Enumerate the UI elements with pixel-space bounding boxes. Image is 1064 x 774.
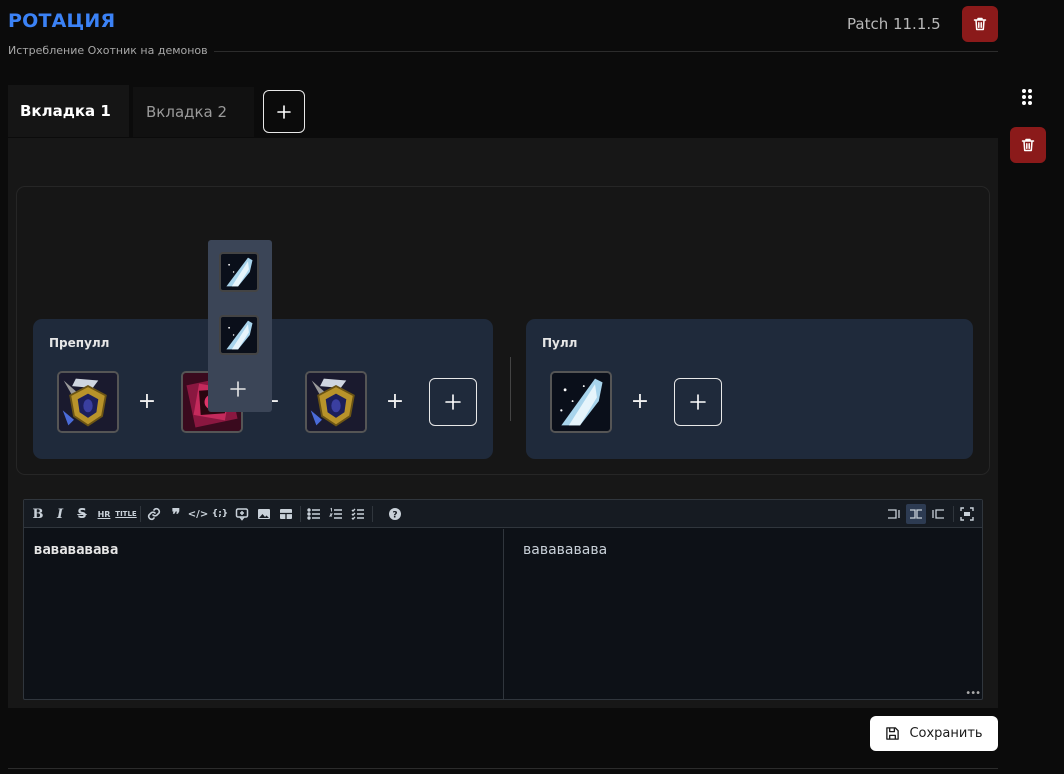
group-divider bbox=[510, 357, 511, 421]
ice-spike-spell-icon[interactable] bbox=[550, 371, 612, 433]
drag-handle-icon[interactable] bbox=[1019, 88, 1035, 106]
editor-source-pane[interactable]: вававававa bbox=[24, 529, 504, 699]
table-button[interactable] bbox=[278, 506, 294, 522]
toolbar-divider bbox=[953, 506, 954, 522]
link-button[interactable] bbox=[146, 506, 162, 522]
strikethrough-button[interactable]: S bbox=[74, 506, 90, 522]
add-spell-button[interactable] bbox=[429, 378, 477, 426]
table-icon bbox=[280, 509, 292, 519]
editor-toolbar: B I S HR TITLE ❞ </> {;} ? bbox=[24, 500, 982, 528]
plus-sign: + bbox=[137, 389, 157, 414]
patch-label: Patch 11.1.5 bbox=[847, 15, 941, 33]
help-icon: ? bbox=[389, 508, 401, 521]
ordered-list-icon bbox=[329, 507, 342, 519]
pull-group: Пулл + bbox=[526, 319, 973, 459]
tab-panel: Препулл + + Пулл + B I S HR TITLE ❞ </> … bbox=[8, 138, 998, 708]
comment-icon bbox=[235, 508, 249, 521]
trash-icon bbox=[973, 17, 987, 31]
bold-button[interactable]: B bbox=[30, 506, 46, 522]
prepull-label: Препулл bbox=[49, 336, 110, 350]
floppy-disk-icon bbox=[886, 727, 900, 740]
rotation-page: РОТАЦИЯ Истребление Охотник на демонов P… bbox=[0, 0, 1064, 774]
editor-preview-text: вававававa bbox=[523, 542, 608, 558]
rotation-box: Препулл + + Пулл + bbox=[16, 186, 990, 475]
edit-only-view-button[interactable] bbox=[886, 506, 902, 522]
layout-split-icon bbox=[910, 509, 922, 519]
plus-sign: + bbox=[385, 389, 405, 414]
image-icon bbox=[258, 509, 270, 519]
plus-icon bbox=[445, 394, 461, 410]
title-button[interactable]: TITLE bbox=[115, 506, 136, 522]
image-button[interactable] bbox=[256, 506, 272, 522]
tab-1[interactable]: Вкладка 1 bbox=[8, 85, 129, 137]
toolbar-divider bbox=[140, 506, 141, 522]
italic-button[interactable]: I bbox=[52, 506, 68, 522]
spell-choice-dropdown bbox=[208, 240, 272, 412]
bottom-divider bbox=[8, 768, 998, 769]
preview-only-view-button[interactable] bbox=[930, 506, 946, 522]
plus-sign: + bbox=[630, 389, 650, 414]
list-icon bbox=[307, 508, 320, 520]
add-choice-button[interactable] bbox=[230, 381, 246, 401]
horizontal-rule-button[interactable]: HR bbox=[96, 506, 112, 522]
ordered-list-button[interactable] bbox=[328, 506, 344, 522]
tab-2[interactable]: Вкладка 2 bbox=[133, 87, 254, 137]
pull-label: Пулл bbox=[542, 336, 578, 350]
task-list-button[interactable] bbox=[350, 506, 366, 522]
page-subtitle: Истребление Охотник на демонов bbox=[8, 44, 208, 57]
help-button[interactable]: ? bbox=[387, 506, 403, 522]
add-spell-button[interactable] bbox=[674, 378, 722, 426]
svg-text:?: ? bbox=[392, 511, 397, 521]
unordered-list-button[interactable] bbox=[306, 506, 322, 522]
link-icon bbox=[147, 507, 161, 521]
split-view-button[interactable] bbox=[906, 504, 926, 524]
editor-preview-pane: вававававa bbox=[505, 529, 982, 699]
plus-icon bbox=[690, 394, 706, 410]
page-title: РОТАЦИЯ bbox=[8, 10, 116, 32]
editor-source-text: вававававa bbox=[34, 542, 119, 558]
layout-right-icon bbox=[932, 509, 944, 519]
quote-button[interactable]: ❞ bbox=[168, 505, 184, 524]
code-button[interactable]: </> bbox=[188, 506, 208, 522]
fullscreen-button[interactable] bbox=[959, 506, 975, 522]
save-button[interactable]: Сохранить bbox=[870, 716, 998, 751]
plus-icon bbox=[277, 104, 291, 119]
save-button-label: Сохранить bbox=[909, 726, 983, 741]
golden-shield-spell-icon[interactable] bbox=[305, 371, 367, 433]
resize-handle-icon[interactable]: ••• bbox=[965, 688, 981, 699]
markdown-editor: B I S HR TITLE ❞ </> {;} ? вававававa ва… bbox=[23, 499, 983, 700]
comment-button[interactable] bbox=[234, 506, 250, 522]
code-block-button[interactable]: {;} bbox=[212, 506, 228, 522]
trash-icon bbox=[1021, 138, 1035, 152]
toolbar-divider bbox=[300, 506, 301, 522]
ice-spike-spell-icon[interactable] bbox=[219, 315, 259, 355]
add-tab-button[interactable] bbox=[263, 90, 305, 133]
header-divider bbox=[214, 51, 998, 52]
delete-rotation-button[interactable] bbox=[962, 6, 998, 42]
task-list-icon bbox=[351, 508, 364, 520]
plus-icon bbox=[230, 381, 246, 397]
delete-block-button[interactable] bbox=[1010, 127, 1046, 163]
layout-left-icon bbox=[888, 509, 900, 519]
toolbar-divider bbox=[372, 506, 373, 522]
fullscreen-icon bbox=[960, 507, 974, 521]
ice-spike-spell-icon[interactable] bbox=[219, 252, 259, 292]
golden-shield-spell-icon[interactable] bbox=[57, 371, 119, 433]
